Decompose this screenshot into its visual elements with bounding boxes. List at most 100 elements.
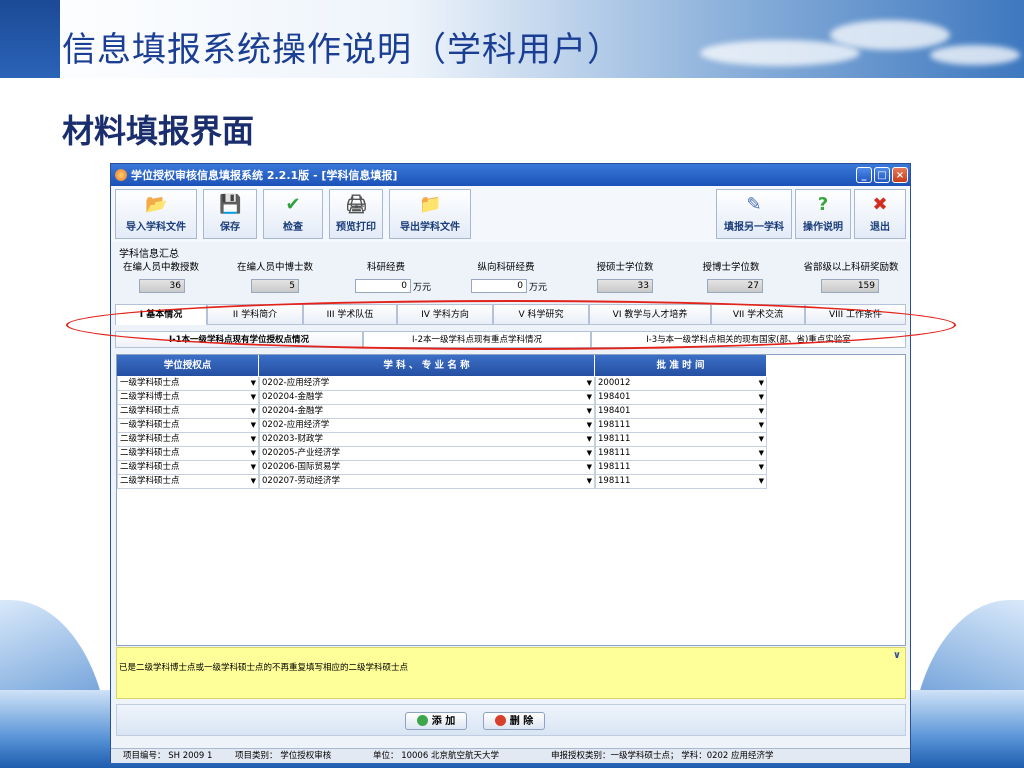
table-row[interactable]: 二级学科硕士点 ▼ 020206-国际贸易学 ▼ 198111 ▼ — [117, 461, 767, 475]
fill-other-subject-button[interactable]: ✎ 填报另一学科 — [716, 189, 792, 239]
dropdown-arrow-icon[interactable]: ▼ — [251, 433, 256, 446]
table-cell-dropdown[interactable]: 0202-应用经济学 ▼ — [259, 419, 595, 433]
tab-conditions[interactable]: VIII 工作条件 — [805, 304, 906, 325]
sub-tabs: I-1本一级学科点现有学位授权点情况 I-2本一级学科点现有重点学科情况 I-3… — [111, 331, 910, 349]
status-bar: 项目编号： SH 2009 1 项目类别： 学位授权审核 单位： 10006 北… — [111, 748, 910, 763]
summary-unit: 万元 — [413, 283, 432, 293]
check-button[interactable]: ✔ 检查 — [263, 189, 323, 239]
table-cell-dropdown[interactable]: 二级学科博士点 ▼ — [117, 391, 259, 405]
table-row[interactable]: 二级学科博士点 ▼ 020204-金融学 ▼ 198401 ▼ — [117, 391, 767, 405]
dropdown-arrow-icon[interactable]: ▼ — [251, 391, 256, 404]
tab-research[interactable]: V 科学研究 — [493, 304, 589, 325]
import-file-button[interactable]: 📂 导入学科文件 — [115, 189, 197, 239]
subtab-key-disciplines[interactable]: I-2本一级学科点现有重点学科情况 — [363, 331, 591, 348]
exit-button[interactable]: ✖ 退出 — [854, 189, 906, 239]
dropdown-arrow-icon[interactable]: ▼ — [251, 461, 256, 474]
table-cell-dropdown[interactable]: 二级学科硕士点 ▼ — [117, 475, 259, 489]
close-button[interactable]: × — [892, 167, 908, 183]
window-titlebar[interactable]: 学位授权审核信息填报系统 2.2.1版 - [学科信息填报] _ □ × — [111, 164, 910, 186]
summary-value: 36 — [139, 279, 185, 293]
table-cell-dropdown[interactable]: 198111 ▼ — [595, 447, 767, 461]
minimize-button[interactable]: _ — [856, 167, 872, 183]
export-file-button[interactable]: 📁 导出学科文件 — [389, 189, 471, 239]
table-cell-dropdown[interactable]: 020204-金融学 ▼ — [259, 405, 595, 419]
dropdown-arrow-icon[interactable]: ▼ — [759, 475, 764, 488]
dropdown-arrow-icon[interactable]: ▼ — [759, 419, 764, 432]
tab-teaching[interactable]: VI 教学与人才培养 — [589, 304, 711, 325]
dropdown-arrow-icon[interactable]: ▼ — [759, 447, 764, 460]
table-row[interactable]: 一级学科硕士点 ▼ 0202-应用经济学 ▼ 198111 ▼ — [117, 419, 767, 433]
summary-label: 授硕士学位数 — [596, 262, 654, 273]
dropdown-arrow-icon[interactable]: ▼ — [759, 433, 764, 446]
maximize-button[interactable]: □ — [874, 167, 890, 183]
summary-value: 0 — [471, 279, 527, 293]
table-cell-dropdown[interactable]: 200012 ▼ — [595, 377, 767, 391]
table-row[interactable]: 一级学科硕士点 ▼ 0202-应用经济学 ▼ 200012 ▼ — [117, 377, 767, 391]
table-cell-dropdown[interactable]: 0202-应用经济学 ▼ — [259, 377, 595, 391]
table-cell-dropdown[interactable]: 020206-国际贸易学 ▼ — [259, 461, 595, 475]
add-button[interactable]: 添 加 — [405, 712, 467, 730]
printer-icon: 🖨 — [345, 194, 368, 215]
cell-value: 020204-金融学 — [262, 406, 324, 416]
dropdown-arrow-icon[interactable]: ▼ — [759, 461, 764, 474]
table-cell-dropdown[interactable]: 二级学科硕士点 ▼ — [117, 405, 259, 419]
table-row[interactable]: 二级学科硕士点 ▼ 020205-产业经济学 ▼ 198111 ▼ — [117, 447, 767, 461]
summary-label: 学科信息汇总 — [119, 249, 179, 260]
dropdown-arrow-icon[interactable]: ▼ — [759, 405, 764, 418]
preview-print-button[interactable]: 🖨 预览打印 — [329, 189, 383, 239]
table-cell-dropdown[interactable]: 198111 ▼ — [595, 461, 767, 475]
dropdown-arrow-icon[interactable]: ▼ — [251, 419, 256, 432]
table-cell-dropdown[interactable]: 一级学科硕士点 ▼ — [117, 377, 259, 391]
slide-subtitle: 材料填报界面 — [62, 112, 255, 150]
cell-value: 020205-产业经济学 — [262, 448, 341, 458]
table-cell-dropdown[interactable]: 020203-财政学 ▼ — [259, 433, 595, 447]
folder-import-icon: 📂 — [145, 194, 168, 215]
table-row[interactable]: 二级学科硕士点 ▼ 020204-金融学 ▼ 198401 ▼ — [117, 405, 767, 419]
dropdown-arrow-icon[interactable]: ▼ — [587, 433, 592, 446]
subtab-key-labs[interactable]: I-3与本一级学科点相关的现有国家(部、省)重点实验室 — [591, 331, 906, 348]
table-cell-dropdown[interactable]: 198111 ▼ — [595, 433, 767, 447]
dropdown-arrow-icon[interactable]: ▼ — [251, 447, 256, 460]
dropdown-arrow-icon[interactable]: ▼ — [587, 405, 592, 418]
dropdown-arrow-icon[interactable]: ▼ — [587, 377, 592, 390]
tab-direction[interactable]: IV 学科方向 — [397, 304, 493, 325]
tab-faculty[interactable]: III 学术队伍 — [303, 304, 397, 325]
dropdown-arrow-icon[interactable]: ▼ — [251, 475, 256, 488]
dropdown-arrow-icon[interactable]: ▼ — [587, 461, 592, 474]
tab-exchange[interactable]: VII 学术交流 — [711, 304, 805, 325]
table-row[interactable]: 二级学科硕士点 ▼ 020203-财政学 ▼ 198111 ▼ — [117, 433, 767, 447]
dropdown-arrow-icon[interactable]: ▼ — [587, 447, 592, 460]
dropdown-arrow-icon[interactable]: ▼ — [587, 391, 592, 404]
save-button[interactable]: 💾 保存 — [203, 189, 257, 239]
dropdown-arrow-icon[interactable]: ▼ — [759, 391, 764, 404]
table-cell-dropdown[interactable]: 198111 ▼ — [595, 475, 767, 489]
help-button[interactable]: ? 操作说明 — [795, 189, 851, 239]
table-cell-dropdown[interactable]: 一级学科硕士点 ▼ — [117, 419, 259, 433]
slide-header-bar — [0, 0, 60, 78]
table-cell-dropdown[interactable]: 198401 ▼ — [595, 391, 767, 405]
table-cell-dropdown[interactable]: 198111 ▼ — [595, 419, 767, 433]
table-cell-dropdown[interactable]: 020207-劳动经济学 ▼ — [259, 475, 595, 489]
app-icon — [115, 169, 127, 181]
tab-intro[interactable]: II 学科简介 — [207, 304, 303, 325]
table-cell-dropdown[interactable]: 二级学科硕士点 ▼ — [117, 447, 259, 461]
table-cell-dropdown[interactable]: 二级学科硕士点 ▼ — [117, 433, 259, 447]
dropdown-arrow-icon[interactable]: ▼ — [251, 405, 256, 418]
table-cell-dropdown[interactable]: 020205-产业经济学 ▼ — [259, 447, 595, 461]
dropdown-arrow-icon[interactable]: ▼ — [251, 377, 256, 390]
table-cell-dropdown[interactable]: 020204-金融学 ▼ — [259, 391, 595, 405]
table-row[interactable]: 二级学科硕士点 ▼ 020207-劳动经济学 ▼ 198111 ▼ — [117, 475, 767, 489]
dropdown-arrow-icon[interactable]: ▼ — [759, 377, 764, 390]
status-project-no: 项目编号： SH 2009 1 — [123, 751, 213, 761]
cell-value: 一级学科硕士点 — [120, 420, 180, 430]
dropdown-arrow-icon[interactable]: ▼ — [587, 475, 592, 488]
cell-value: 198111 — [598, 476, 631, 486]
delete-button[interactable]: 删 除 — [483, 712, 545, 730]
table-cell-dropdown[interactable]: 二级学科硕士点 ▼ — [117, 461, 259, 475]
tab-basic[interactable]: I 基本情况 — [115, 304, 207, 325]
cell-value: 二级学科硕士点 — [120, 448, 180, 458]
subtab-degree-points[interactable]: I-1本一级学科点现有学位授权点情况 — [115, 331, 363, 348]
chevron-down-icon[interactable]: ∨ — [893, 650, 901, 661]
table-cell-dropdown[interactable]: 198401 ▼ — [595, 405, 767, 419]
dropdown-arrow-icon[interactable]: ▼ — [587, 419, 592, 432]
